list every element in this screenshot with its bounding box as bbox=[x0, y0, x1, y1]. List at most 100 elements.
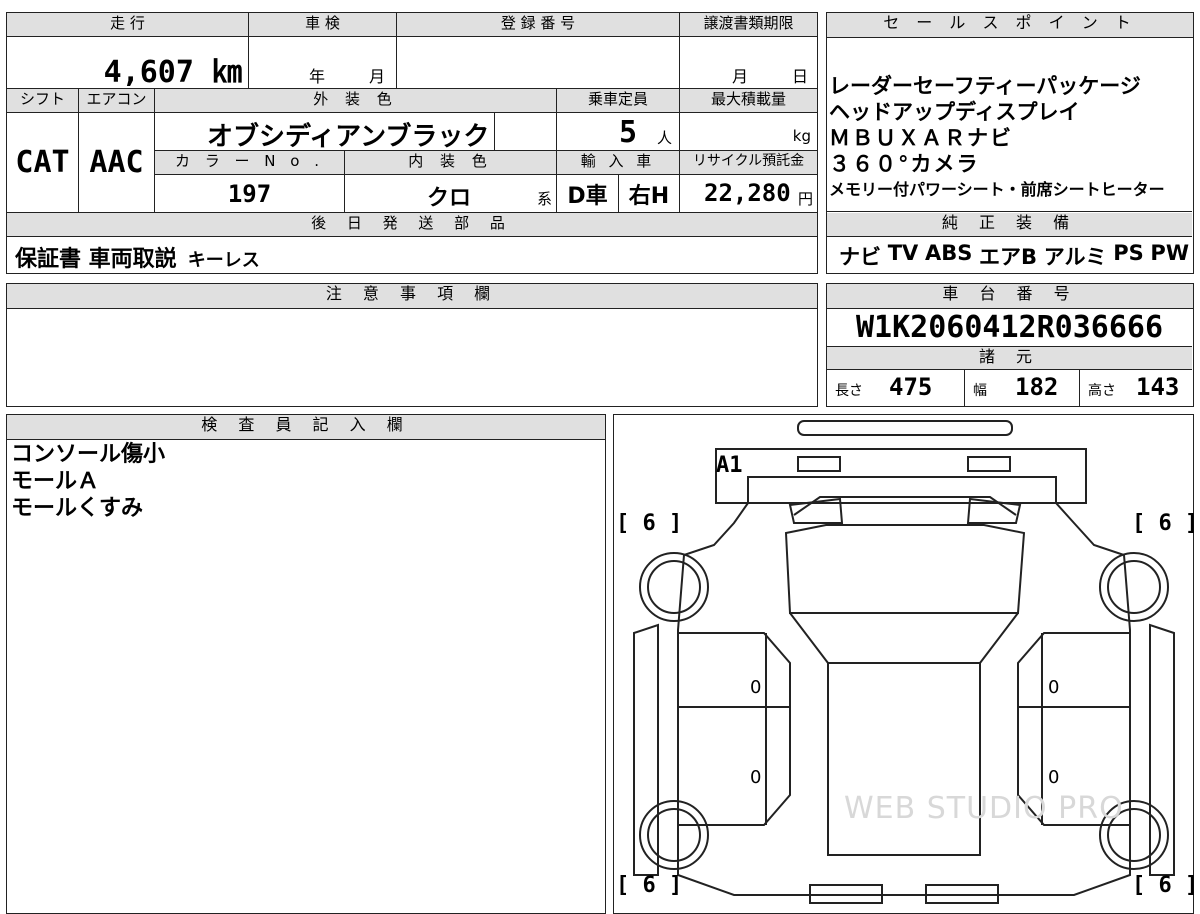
tire-depth-rear-left: [ 6 ] bbox=[616, 873, 683, 898]
capacity-value: 5 bbox=[619, 115, 638, 150]
vehicle-info-sheet: 走 行 車 検 登 録 番 号 譲渡書類期限 4,607 ㎞ 年 月 月 日 シ… bbox=[6, 12, 818, 274]
tire-front-right-inner-shape bbox=[1107, 560, 1161, 614]
max-load-cell: kg bbox=[680, 113, 817, 151]
inspection-month-label: 月 bbox=[369, 67, 386, 86]
notes-header: 注 意 事 項 欄 bbox=[7, 284, 817, 309]
equipment-item: PS bbox=[1113, 241, 1144, 265]
height-value: 143 bbox=[1136, 373, 1180, 401]
deadline-month-label: 月 bbox=[732, 67, 749, 86]
chassis-number: W1K2060412R036666 bbox=[855, 309, 1164, 345]
headlight-right-shape bbox=[967, 456, 1011, 472]
inspection-header: 車 検 bbox=[249, 13, 397, 37]
interior-color-header: 内 装 色 bbox=[345, 151, 557, 175]
registration-cell bbox=[397, 37, 680, 89]
exterior-color-value: オブシディアンブラック bbox=[207, 122, 490, 152]
color-no-value: 197 bbox=[155, 175, 345, 213]
sales-point-header: セ ー ル ス ポ イ ン ト bbox=[827, 13, 1193, 38]
sales-point-item: レーダーセーフティーパッケージ bbox=[829, 74, 1141, 98]
body-outline-shape bbox=[677, 502, 1131, 896]
import-type-value: D車 bbox=[557, 175, 619, 213]
height-cell: 高さ 143 bbox=[1080, 370, 1192, 406]
chassis-header: 車 台 番 号 bbox=[827, 284, 1193, 309]
windshield-shape bbox=[784, 524, 1026, 614]
equipment-item: アルミ bbox=[1043, 245, 1107, 269]
left-front-door-shape bbox=[677, 632, 791, 708]
deadline-day-label: 日 bbox=[792, 67, 809, 86]
capacity-cell: 5 人 bbox=[557, 113, 680, 151]
tire-front-left-shape bbox=[639, 552, 709, 622]
length-value: 475 bbox=[889, 373, 933, 401]
after-parts-header: 後 日 発 送 部 品 bbox=[7, 213, 817, 237]
steering-value: 右H bbox=[619, 175, 680, 213]
sales-point-item: ３６０°カメラ bbox=[829, 152, 980, 176]
mileage-value: 4,607 ㎞ bbox=[103, 55, 242, 90]
color-no-header: カ ラ ー N o . bbox=[155, 151, 345, 175]
notes-panel: 注 意 事 項 欄 bbox=[6, 283, 818, 407]
equipment-item: ナビ bbox=[839, 245, 881, 269]
inspector-note-line: モールＡ bbox=[11, 469, 100, 494]
tire-depth-front-right: [ 6 ] bbox=[1132, 511, 1199, 536]
registration-header: 登 録 番 号 bbox=[397, 13, 680, 37]
inspection-cell: 年 月 bbox=[249, 37, 397, 89]
aircon-header: エアコン bbox=[79, 89, 155, 113]
right-side-panel-shape bbox=[1149, 623, 1175, 876]
left-side-panel-shape bbox=[633, 623, 659, 876]
recycle-header: リサイクル預託金 bbox=[680, 151, 817, 175]
equipment-item: ABS bbox=[924, 241, 973, 265]
sales-point-list: レーダーセーフティーパッケージ ヘッドアップディスプレイ ＭＢＵＸＡＲナビ ３６… bbox=[829, 73, 1165, 203]
headlight-left-shape bbox=[797, 456, 841, 472]
equipment-header: 純 正 装 備 bbox=[827, 213, 1192, 237]
aircon-value: AAC bbox=[79, 113, 155, 213]
equipment-item: PW bbox=[1150, 241, 1189, 265]
right-front-door-shape bbox=[1017, 632, 1131, 708]
max-load-header: 最大積載量 bbox=[680, 89, 817, 113]
mileage-header: 走 行 bbox=[7, 13, 249, 37]
watermark-text: WEB STUDIO PRO bbox=[844, 791, 1124, 826]
door-mark-right-front: 0 bbox=[1048, 677, 1060, 698]
exterior-color-extra-cell bbox=[495, 113, 557, 151]
inspector-note-line: コンソール傷小 bbox=[11, 442, 166, 467]
equipment-list: ナビ TV ABS エアB アルミ PS PW bbox=[839, 241, 1189, 271]
dims-header: 諸 元 bbox=[827, 346, 1192, 370]
recycle-fee-value: 22,280 bbox=[704, 179, 791, 207]
length-label: 長さ bbox=[835, 383, 863, 399]
shift-value: CAT bbox=[7, 113, 79, 213]
recycle-cell: 22,280 円 bbox=[680, 175, 817, 213]
door-mark-left-rear: 0 bbox=[750, 767, 762, 788]
sales-point-panel: セ ー ル ス ポ イ ン ト レーダーセーフティーパッケージ ヘッドアップディ… bbox=[826, 12, 1194, 274]
width-label: 幅 bbox=[973, 383, 987, 399]
door-mark-left-front: 0 bbox=[750, 677, 762, 698]
interior-color-cell: クロ 系 bbox=[345, 175, 557, 213]
width-cell: 幅 182 bbox=[965, 370, 1080, 406]
equipment-item: エアB bbox=[979, 245, 1038, 269]
tire-rear-left-shape bbox=[639, 800, 709, 870]
capacity-header: 乗車定員 bbox=[557, 89, 680, 113]
mileage-cell: 4,607 ㎞ bbox=[7, 37, 249, 90]
car-diagram-panel: A1 [ 6 ] [ 6 ] [ 6 ] [ 6 ] 0 0 0 0 WEB S… bbox=[613, 414, 1198, 914]
shift-header: シフト bbox=[7, 89, 79, 113]
import-header: 輸 入 車 bbox=[557, 151, 680, 175]
transfer-deadline-header: 譲渡書類期限 bbox=[680, 13, 817, 37]
recycle-fee-unit: 円 bbox=[797, 190, 813, 208]
sales-point-item: ＭＢＵＸＡＲナビ bbox=[829, 126, 1013, 150]
max-load-unit: kg bbox=[792, 127, 811, 145]
interior-color-value: クロ bbox=[427, 186, 472, 211]
equipment-item: TV bbox=[887, 241, 919, 265]
after-parts-main: 保証書 車両取説 bbox=[15, 247, 177, 272]
after-parts-value: 保証書 車両取説 キーレス bbox=[15, 241, 260, 273]
height-label: 高さ bbox=[1088, 383, 1116, 399]
inspector-panel: 検 査 員 記 入 欄 コンソール傷小 モールＡ モールくすみ bbox=[6, 414, 606, 914]
car-diagram bbox=[633, 420, 1175, 904]
deadline-cell: 月 日 bbox=[680, 37, 817, 89]
interior-color-suffix: 系 bbox=[536, 190, 552, 208]
front-panel-shape bbox=[715, 448, 1087, 504]
inspector-header: 検 査 員 記 入 欄 bbox=[7, 415, 605, 440]
tire-depth-rear-right: [ 6 ] bbox=[1132, 873, 1199, 898]
roof-shape bbox=[827, 662, 981, 856]
inspection-year-label: 年 bbox=[309, 67, 326, 86]
length-cell: 長さ 475 bbox=[827, 370, 965, 406]
inspector-note-line: モールくすみ bbox=[11, 496, 144, 521]
door-mark-right-rear: 0 bbox=[1048, 767, 1060, 788]
tire-front-right-shape bbox=[1099, 552, 1169, 622]
front-bumper-shape bbox=[797, 420, 1013, 436]
